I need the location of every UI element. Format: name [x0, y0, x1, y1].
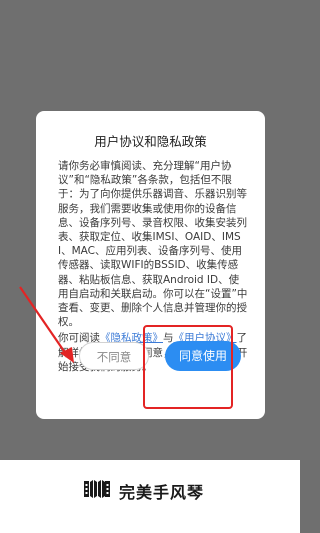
- dialog-paragraph-terms: 请你务必审慎阅读、充分理解“用户协议”和“隐私政策”各条款，包括但不限于：为了向…: [58, 160, 248, 329]
- privacy-dialog: 用户协议和隐私政策 请你务必审慎阅读、充分理解“用户协议”和“隐私政策”各条款，…: [36, 111, 265, 419]
- accept-button[interactable]: 同意使用: [165, 341, 241, 371]
- decline-button[interactable]: 不同意: [79, 342, 149, 370]
- app-name: 完美手风琴: [119, 483, 205, 502]
- accordion-icon: [84, 480, 110, 498]
- dialog-title: 用户协议和隐私政策: [94, 134, 207, 149]
